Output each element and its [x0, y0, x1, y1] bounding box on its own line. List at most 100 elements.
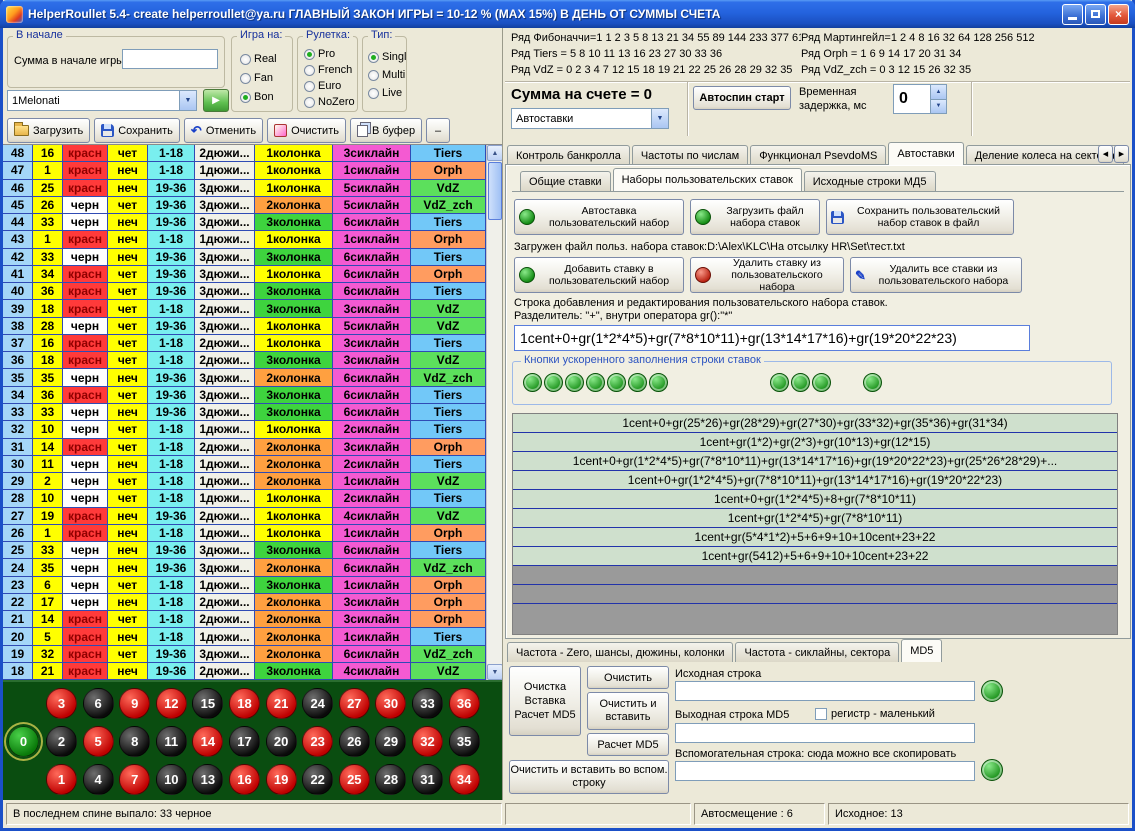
chip-button[interactable]	[544, 373, 563, 392]
board-number-14[interactable]: 14	[192, 726, 223, 757]
tab-freq-chances[interactable]: Частота - Zero, шансы, дюжины, колонки	[507, 642, 733, 662]
table-row[interactable]: 205красннеч1-181дюжи...2колонка1сиклайнT…	[3, 628, 486, 645]
md5-helper-chip-button[interactable]	[981, 759, 1003, 781]
bet-list-item[interactable]: 1cent+0+gr(1*2*4*5)+gr(7*8*10*11)+gr(13*…	[513, 471, 1117, 490]
table-row[interactable]: 4134краснчет19-363дюжи...1колонка6сиклай…	[3, 266, 486, 283]
radio-multi[interactable]: Multi	[368, 69, 405, 81]
tab-number-frequencies[interactable]: Частоты по числам	[632, 145, 748, 165]
copy-buffer-button[interactable]: В буфер	[350, 118, 422, 143]
autobets-combo[interactable]: Автоставки ▼	[511, 108, 669, 129]
board-number-36[interactable]: 36	[449, 688, 480, 719]
table-row[interactable]: 1932краснчет19-363дюжи...2колонка6сиклай…	[3, 646, 486, 663]
minus-button[interactable]: –	[426, 118, 450, 143]
save-button[interactable]: Сохранить	[94, 118, 180, 143]
table-row[interactable]: 2719красннеч19-362дюжи...1колонка4сиклай…	[3, 508, 486, 525]
table-row[interactable]: 2217черннеч1-182дюжи...2колонка3сиклайнO…	[3, 594, 486, 611]
close-button[interactable]: ×	[1108, 4, 1129, 25]
clear-button[interactable]: Очистить	[267, 118, 346, 143]
table-row[interactable]: 4816краснчет1-182дюжи...1колонка3сиклайн…	[3, 145, 486, 162]
table-row[interactable]: 3333черннеч19-363дюжи...3колонка6сиклайн…	[3, 404, 486, 421]
table-row[interactable]: 3436краснчет19-363дюжи...3колонка6сиклай…	[3, 387, 486, 404]
md5-source-input[interactable]	[675, 681, 975, 701]
table-row[interactable]: 1821красннеч19-362дюжи...3колонка4сиклай…	[3, 663, 486, 680]
board-number-34[interactable]: 34	[449, 764, 480, 795]
tab-bankroll-control[interactable]: Контроль банкролла	[507, 145, 630, 165]
play-button[interactable]: ▶	[203, 89, 229, 112]
table-row[interactable]: 3114краснчет1-182дюжи...2колонка3сиклайн…	[3, 439, 486, 456]
strategy-combo[interactable]: 1Melonati ▼	[7, 90, 197, 111]
chip-button[interactable]	[565, 373, 584, 392]
board-number-0[interactable]: 0	[8, 726, 39, 757]
board-number-12[interactable]: 12	[156, 688, 187, 719]
board-number-32[interactable]: 32	[412, 726, 443, 757]
board-number-24[interactable]: 24	[302, 688, 333, 719]
remove-all-bets-button[interactable]: ✎Удалить все ставки из пользовательского…	[850, 257, 1022, 293]
table-row[interactable]: 4526чернчет19-363дюжи...2колонка5сиклайн…	[3, 197, 486, 214]
chip-button[interactable]	[649, 373, 668, 392]
md5-calc-button[interactable]: Расчет MD5	[587, 733, 669, 756]
board-number-25[interactable]: 25	[339, 764, 370, 795]
board-number-31[interactable]: 31	[412, 764, 443, 795]
autospin-start-button[interactable]: Автоспин старт	[693, 86, 791, 110]
board-number-33[interactable]: 33	[412, 688, 443, 719]
table-row[interactable]: 4036краснчет19-363дюжи...3колонка6сиклай…	[3, 283, 486, 300]
board-number-13[interactable]: 13	[192, 764, 223, 795]
board-number-23[interactable]: 23	[302, 726, 333, 757]
chip-button[interactable]	[607, 373, 626, 392]
table-row[interactable]: 471красннеч1-181дюжи...1колонка1сиклайнO…	[3, 162, 486, 179]
chip-button[interactable]	[628, 373, 647, 392]
chip-button[interactable]	[791, 373, 810, 392]
table-row[interactable]: 4433черннеч19-363дюжи...3колонка6сиклайн…	[3, 214, 486, 231]
board-number-5[interactable]: 5	[83, 726, 114, 757]
radio-french[interactable]: French	[304, 64, 352, 76]
tab-psevdoms[interactable]: Функционал PsevdoMS	[750, 145, 886, 165]
table-row[interactable]: 292чернчет1-181дюжи...2колонка1сиклайнVd…	[3, 473, 486, 490]
register-checkbox[interactable]: регистр - маленький	[815, 708, 935, 720]
tab-autobets[interactable]: Автоставки	[888, 142, 963, 165]
radio-real[interactable]: Real	[240, 53, 277, 65]
board-number-2[interactable]: 2	[46, 726, 77, 757]
tab-nav-left-icon[interactable]: ◀	[1098, 145, 1113, 163]
table-row[interactable]: 3918краснчет1-182дюжи...3колонка3сиклайн…	[3, 300, 486, 317]
maximize-button[interactable]	[1085, 4, 1106, 25]
autobet-user-set-button[interactable]: Автоставка пользовательский набор	[514, 199, 684, 235]
add-bet-button[interactable]: Добавить ставку в пользовательский набор	[514, 257, 684, 293]
table-row[interactable]: 236чернчет1-181дюжи...3колонка1сиклайнOr…	[3, 577, 486, 594]
bet-list-item[interactable]: 1cent+gr(1*2)+gr(2*3)+gr(10*13)+gr(12*15…	[513, 433, 1117, 452]
board-number-35[interactable]: 35	[449, 726, 480, 757]
table-row[interactable]: 3618краснчет1-182дюжи...3колонка3сиклайн…	[3, 352, 486, 369]
table-row[interactable]: 261красннеч1-181дюжи...1колонка1сиклайнO…	[3, 525, 486, 542]
bet-list-item[interactable]: 1cent+0+gr(1*2*4*5)+gr(7*8*10*11)+gr(13*…	[513, 452, 1117, 471]
board-number-27[interactable]: 27	[339, 688, 370, 719]
board-number-30[interactable]: 30	[375, 688, 406, 719]
board-number-21[interactable]: 21	[266, 688, 297, 719]
minimize-button[interactable]	[1062, 4, 1083, 25]
board-number-20[interactable]: 20	[266, 726, 297, 757]
chip-button[interactable]	[523, 373, 542, 392]
board-number-6[interactable]: 6	[83, 688, 114, 719]
md5-clear-paste-helper-button[interactable]: Очистить и вставить во вспом. строку	[509, 760, 669, 794]
chip-button[interactable]	[586, 373, 605, 392]
subtab-user-bet-sets[interactable]: Наборы пользовательских ставок	[613, 168, 802, 191]
radio-fan[interactable]: Fan	[240, 72, 273, 84]
radio-nozero[interactable]: NoZero	[304, 96, 355, 108]
radio-bon[interactable]: Bon	[240, 91, 274, 103]
board-number-17[interactable]: 17	[229, 726, 260, 757]
board-number-18[interactable]: 18	[229, 688, 260, 719]
board-number-28[interactable]: 28	[375, 764, 406, 795]
bet-list-item[interactable]: 1cent+gr(1*2*4*5)+gr(7*8*10*11)	[513, 509, 1117, 528]
start-sum-input[interactable]	[122, 49, 218, 69]
bet-list-item[interactable]: 1cent+gr(5412)+5+6+9+10+10cent+23+22	[513, 547, 1117, 566]
undo-button[interactable]: ↶Отменить	[184, 118, 263, 143]
bet-list-item[interactable]: 1cent+0+gr(1*2*4*5)+8+gr(7*8*10*11)	[513, 490, 1117, 509]
md5-output-input[interactable]	[675, 723, 975, 743]
chevron-down-icon[interactable]: ▼	[179, 91, 196, 110]
board-number-10[interactable]: 10	[156, 764, 187, 795]
chip-button[interactable]	[770, 373, 789, 392]
md5-chip-button[interactable]	[981, 680, 1003, 702]
scroll-down-icon[interactable]: ▼	[487, 664, 503, 680]
tab-md5[interactable]: MD5	[901, 639, 942, 662]
tab-nav-right-icon[interactable]: ▶	[1114, 145, 1129, 163]
table-scrollbar[interactable]: ▲ ▼	[486, 145, 502, 680]
subtab-md5-strings[interactable]: Исходные строки МД5	[804, 171, 936, 191]
